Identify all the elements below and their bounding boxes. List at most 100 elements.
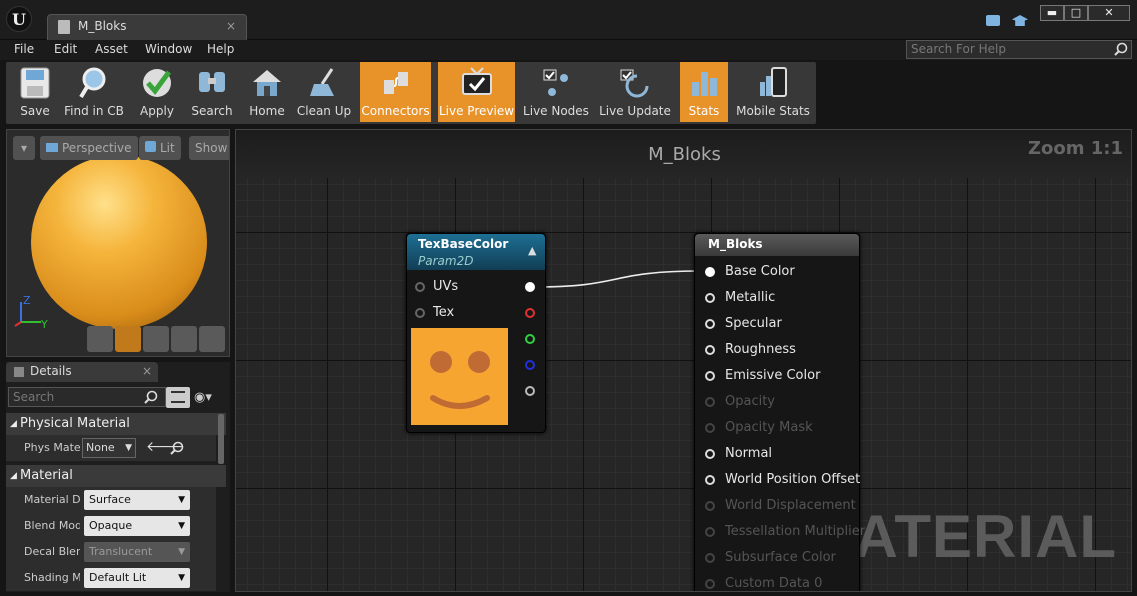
physical-material-section[interactable]: ◢ Physical Material — [6, 413, 226, 435]
pin-icon — [705, 527, 715, 537]
connectors-label: Connectors — [361, 104, 430, 118]
cube-shape-button[interactable] — [171, 326, 197, 352]
collapse-arrow-icon: ◢ — [10, 419, 17, 429]
binoculars-icon — [199, 72, 225, 92]
pin-emissive-color[interactable]: Emissive Color — [705, 363, 820, 389]
search-label: Search — [191, 104, 233, 118]
details-search-input[interactable]: Search — [8, 387, 166, 407]
output-pin-r[interactable] — [525, 308, 535, 318]
section-title: Material — [20, 468, 73, 483]
viewport-options-button[interactable]: ▾ — [13, 136, 35, 160]
shading-model-combo[interactable]: Default Lit ▼ — [84, 568, 190, 588]
save-label: Save — [20, 104, 50, 118]
material-section[interactable]: ◢ Material — [6, 465, 226, 487]
plane-shape-button[interactable] — [143, 326, 169, 352]
material-node-title: M_Bloks — [708, 237, 763, 251]
document-tab[interactable]: M_Bloks × — [47, 14, 247, 40]
lit-button[interactable]: Lit — [139, 136, 181, 160]
pin-icon — [705, 371, 715, 381]
clean-up-button[interactable]: Clean Up — [296, 62, 352, 122]
find-in-cb-button[interactable]: Find in CB — [62, 62, 126, 122]
show-button[interactable]: Show — [189, 136, 229, 160]
minimize-button[interactable]: ▬ — [1040, 5, 1064, 21]
connectors-button[interactable]: Connectors — [360, 62, 431, 122]
material-graph-canvas[interactable]: M_Bloks Zoom 1:1 MATERIAL TexBaseColor P… — [235, 129, 1132, 592]
blend-mode-combo[interactable]: Opaque ▼ — [84, 516, 190, 536]
material-preview-viewport[interactable]: ▾ Perspective Lit Show Z Y — [6, 129, 230, 357]
search-icon[interactable] — [1114, 42, 1128, 56]
details-close-button[interactable]: × — [142, 364, 152, 378]
cylinder-shape-button[interactable] — [87, 326, 113, 352]
tex-base-color-node[interactable]: TexBaseColor Param2D ▲ UVs Tex — [406, 233, 546, 433]
live-preview-label: Live Preview — [438, 104, 515, 118]
pin-world-position-offset[interactable]: World Position Offset — [705, 467, 860, 493]
tutorials-icon[interactable] — [1012, 15, 1028, 26]
output-pin-a[interactable] — [525, 386, 535, 396]
feedback-icon[interactable] — [986, 15, 1000, 26]
material-domain-combo[interactable]: Surface ▼ — [84, 490, 190, 510]
search-icon — [144, 390, 158, 404]
pin-base-color[interactable]: Base Color — [705, 259, 795, 285]
tab-close-button[interactable]: × — [226, 19, 236, 33]
pin-specular[interactable]: Specular — [705, 311, 782, 337]
menu-help[interactable]: Help — [207, 42, 234, 56]
close-window-button[interactable]: ✕ — [1088, 5, 1130, 21]
details-scrollbar[interactable] — [218, 414, 224, 464]
pin-normal[interactable]: Normal — [705, 441, 772, 467]
pin-icon — [705, 319, 715, 329]
texture-preview-thumbnail — [411, 328, 508, 425]
unreal-logo-icon[interactable]: U — [6, 6, 32, 32]
pin-label: Base Color — [725, 264, 795, 279]
details-tab[interactable]: Details × — [6, 362, 158, 382]
mobile-stats-button[interactable]: Mobile Stats — [736, 62, 810, 122]
perspective-label: Perspective — [62, 141, 132, 155]
perspective-button[interactable]: Perspective — [40, 136, 138, 160]
lit-sphere-icon — [145, 141, 156, 152]
section-title: Physical Material — [20, 416, 130, 431]
save-button[interactable]: Save — [9, 62, 61, 122]
pin-icon — [705, 267, 715, 277]
pin-metallic[interactable]: Metallic — [705, 285, 775, 311]
chevron-down-icon: ▼ — [178, 547, 185, 557]
mobile-stats-label: Mobile Stats — [736, 104, 810, 118]
visibility-eye-icon[interactable]: ◉▾ — [194, 390, 212, 405]
live-nodes-button[interactable]: Live Nodes — [522, 62, 590, 122]
tab-title: M_Bloks — [78, 19, 127, 33]
phys-mat-combo[interactable]: None ▼ — [82, 438, 136, 458]
broom-icon — [310, 68, 334, 96]
output-pin-g[interactable] — [525, 334, 535, 344]
menu-window[interactable]: Window — [145, 42, 192, 56]
maximize-button[interactable]: □ — [1064, 5, 1088, 21]
live-preview-button[interactable]: Live Preview — [438, 62, 515, 122]
sphere-shape-button[interactable] — [115, 326, 141, 352]
material-result-node[interactable]: M_Bloks Base Color Metallic Specular Rou… — [694, 233, 865, 591]
search-button[interactable]: Search — [187, 62, 237, 122]
teapot-shape-button[interactable] — [199, 326, 225, 352]
input-pin-uvs[interactable]: UVs — [415, 274, 458, 300]
input-pin-tex[interactable]: Tex — [415, 300, 454, 326]
pin-opacity-mask: Opacity Mask — [705, 415, 813, 441]
menu-asset[interactable]: Asset — [95, 42, 128, 56]
home-icon — [253, 70, 281, 96]
output-pin-rgb[interactable] — [525, 282, 535, 292]
help-search-input[interactable]: Search For Help — [906, 40, 1132, 59]
menu-edit[interactable]: Edit — [54, 42, 77, 56]
stats-button[interactable]: Stats — [680, 62, 728, 122]
live-update-button[interactable]: Live Update — [598, 62, 672, 122]
pin-icon — [705, 293, 715, 303]
collapse-node-icon[interactable]: ▲ — [528, 244, 536, 257]
browse-search-icon[interactable] — [170, 441, 184, 455]
pin-roughness[interactable]: Roughness — [705, 337, 796, 363]
details-icon — [14, 367, 24, 377]
view-options-button[interactable] — [166, 387, 190, 408]
menu-file[interactable]: File — [14, 42, 34, 56]
chevron-down-icon: ▼ — [178, 495, 185, 505]
decal-blend-row: Decal Blen Translucent ▼ — [6, 539, 216, 565]
apply-button[interactable]: Apply — [133, 62, 181, 122]
chevron-down-icon: ▼ — [178, 521, 185, 531]
output-pin-b[interactable] — [525, 360, 535, 370]
home-button[interactable]: Home — [245, 62, 289, 122]
connectors-icon — [383, 72, 408, 94]
pin-icon — [705, 553, 715, 563]
pin-icon — [415, 308, 425, 318]
